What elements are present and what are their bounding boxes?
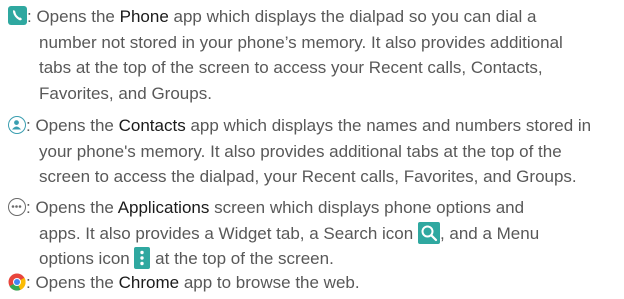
phone-icon [8,6,27,25]
item-line: : Opens the Applications screen which di… [8,195,620,221]
search-icon [417,221,440,244]
app-name-contacts: Contacts [118,116,186,135]
item-line: : Opens the Chrome app to browse the web… [8,270,620,296]
menu-icon [134,247,151,269]
applications-item: : Opens the Applications screen which di… [8,195,620,272]
item-line: : Opens the Contacts app which displays … [8,113,620,139]
item-line: number not stored in your phone’s memory… [39,32,563,52]
chrome-item: : Opens the Chrome app to browse the web… [8,270,620,296]
item-line: your phone's memory. It also provides ad… [39,141,562,161]
app-name-phone: Phone [119,7,169,26]
item-line: screen to access the dialpad, your Recen… [39,167,577,186]
app-name-chrome: Chrome [118,273,180,292]
contacts-icon [8,116,26,134]
item-line: apps. It also provides a Widget tab, a S… [39,221,540,244]
chrome-icon [8,273,26,291]
item-line: : Opens the Phone app which displays the… [8,4,620,30]
item-line: options icon at the top of the screen. [39,247,334,269]
contacts-item: : Opens the Contacts app which displays … [8,113,620,190]
apps-icon [8,198,26,216]
app-name-applications: Applications [117,198,210,217]
item-line: tabs at the top of the screen to access … [39,58,543,77]
phone-item: : Opens the Phone app which displays the… [8,4,620,106]
item-line: Favorites, and Groups. [39,83,212,103]
